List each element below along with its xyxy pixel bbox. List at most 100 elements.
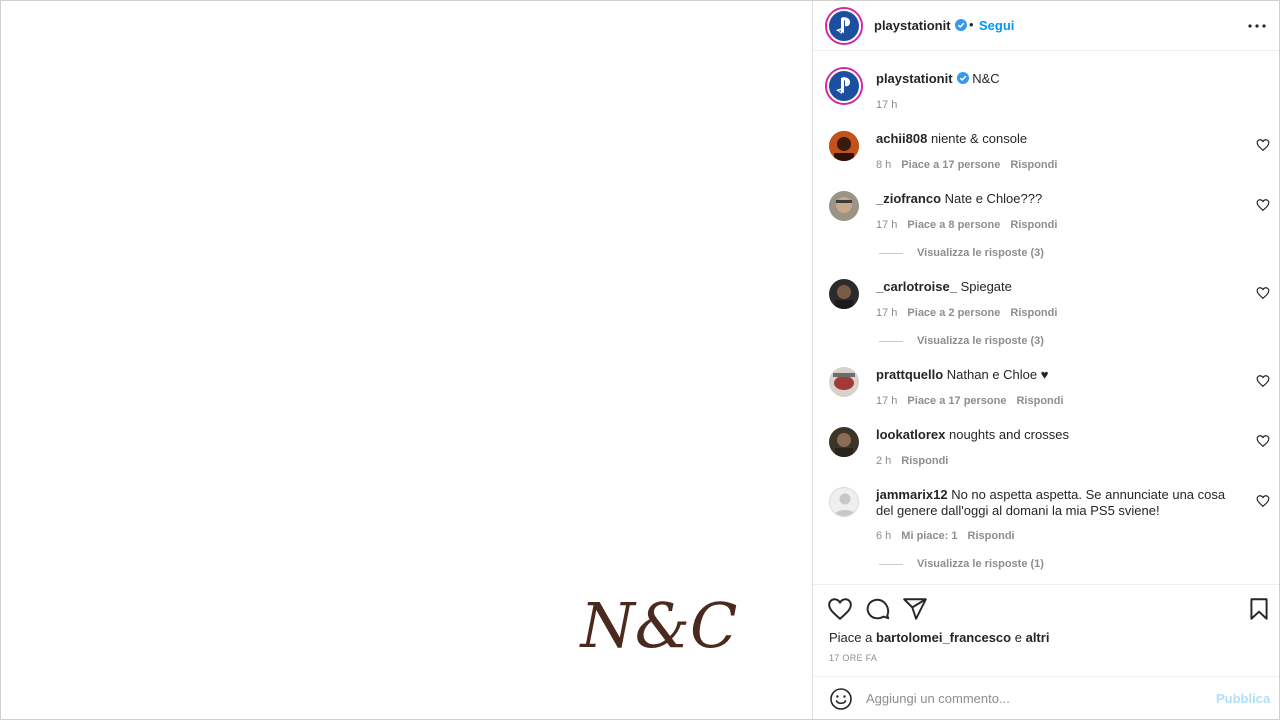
nc-monogram-logo: N&C <box>579 589 738 662</box>
comment-text: niente & console <box>930 131 1028 146</box>
caption-time[interactable]: 17 h <box>876 99 897 111</box>
likes-suffix: e <box>1014 630 1022 645</box>
publish-button[interactable]: Pubblica <box>1216 691 1270 706</box>
post-date[interactable]: 17 ORE FA <box>829 653 877 663</box>
comment-avatar[interactable] <box>829 131 859 161</box>
more-options-icon[interactable] <box>1245 15 1269 37</box>
replies-divider <box>879 340 903 342</box>
comment-text: Nathan e Chloe ♥ <box>946 367 1049 382</box>
comment-likes[interactable]: Mi piace: 1 <box>901 530 957 542</box>
comment-likes[interactable]: Piace a 17 persone <box>907 395 1006 407</box>
comment-input[interactable] <box>866 685 1196 711</box>
header-username[interactable]: playstationit <box>874 18 967 33</box>
comment-meta: 17 h Piace a 17 persone Rispondi <box>876 395 1074 407</box>
playstation-logo-icon <box>836 77 850 94</box>
view-replies-label[interactable]: Visualizza le risposte (3) <box>917 335 1044 347</box>
comment-meta: 17 h Piace a 8 persone Rispondi <box>876 219 1067 231</box>
comment-avatar[interactable] <box>829 427 859 457</box>
verified-badge-icon <box>954 19 967 31</box>
comment-meta: 6 h Mi piace: 1 Rispondi <box>876 530 1025 542</box>
comment-avatar[interactable] <box>829 367 859 397</box>
header-username-text[interactable]: playstationit <box>874 18 951 33</box>
comment-avatar[interactable] <box>829 191 859 221</box>
comment-row: prattquello Nathan e Chloe ♥ 17 h Piace a… <box>813 366 1279 416</box>
comment-time[interactable]: 6 h <box>876 530 891 542</box>
reply-button[interactable]: Rispondi <box>1010 219 1057 231</box>
caption-avatar[interactable] <box>825 67 863 105</box>
like-comment-heart-icon[interactable] <box>1256 494 1270 508</box>
view-replies-label[interactable]: Visualizza le risposte (3) <box>917 247 1044 259</box>
comment-text: Nate e Chloe??? <box>944 191 1043 206</box>
comment-time[interactable]: 17 h <box>876 219 897 231</box>
comment-time[interactable]: 17 h <box>876 395 897 407</box>
liked-by-user-link[interactable]: bartolomei_francesco <box>876 630 1011 645</box>
reply-button[interactable]: Rispondi <box>1010 159 1057 171</box>
comment-username[interactable]: lookatlorex <box>876 427 945 442</box>
separator-dot: • <box>969 17 974 32</box>
emoji-picker-icon[interactable] <box>829 687 853 711</box>
reply-button[interactable]: Rispondi <box>968 530 1015 542</box>
comment-text-line: lookatlorex noughts and crosses <box>876 427 1246 443</box>
comment-likes[interactable]: Piace a 8 persone <box>907 219 1000 231</box>
reply-button[interactable]: Rispondi <box>1016 395 1063 407</box>
post-image[interactable]: N&C <box>1 1 813 719</box>
comment-row: jammarix12 No no aspetta aspetta. Se ann… <box>813 486 1279 582</box>
like-comment-heart-icon[interactable] <box>1256 198 1270 212</box>
post-panel: playstationit • Segui playstationit N&C <box>813 1 1279 719</box>
like-comment-heart-icon[interactable] <box>1256 434 1270 448</box>
post-actions: Piace a bartolomei_francesco e altri 17 … <box>813 584 1279 676</box>
comment-username[interactable]: _ziofranco <box>876 191 941 206</box>
comment-meta: 2 h Rispondi <box>876 455 958 467</box>
like-comment-heart-icon[interactable] <box>1256 286 1270 300</box>
follow-button[interactable]: Segui <box>979 18 1014 33</box>
caption: playstationit N&C 17 h <box>813 52 1279 122</box>
reply-button[interactable]: Rispondi <box>1010 307 1057 319</box>
comment-row: _carlotroise_ Spiegate 17 h Piace a 2 per… <box>813 278 1279 358</box>
comment-username[interactable]: achii808 <box>876 131 927 146</box>
avatar[interactable] <box>825 7 863 45</box>
comment-row: _ziofranco Nate e Chloe??? 17 h Piace a 8… <box>813 190 1279 270</box>
replies-divider <box>879 252 903 254</box>
view-replies-button[interactable]: Visualizza le risposte (1) <box>879 558 1044 570</box>
like-heart-icon[interactable] <box>827 596 853 622</box>
bookmark-save-icon[interactable] <box>1246 596 1272 622</box>
comment-avatar[interactable] <box>829 279 859 309</box>
comment-likes[interactable]: Piace a 17 persone <box>901 159 1000 171</box>
playstation-logo-icon <box>836 17 850 34</box>
comment-avatar[interactable] <box>829 487 859 517</box>
comment-meta: 8 h Piace a 17 persone Rispondi <box>876 159 1067 171</box>
comments-list[interactable]: playstationit N&C 17 h achii808 niente &… <box>813 52 1279 584</box>
share-send-icon[interactable] <box>902 596 928 622</box>
view-replies-button[interactable]: Visualizza le risposte (3) <box>879 247 1044 259</box>
comment-likes[interactable]: Piace a 2 persone <box>907 307 1000 319</box>
comment-time[interactable]: 2 h <box>876 455 891 467</box>
verified-badge-icon <box>956 72 969 84</box>
comment-bubble-icon[interactable] <box>865 596 891 622</box>
likes-prefix: Piace a <box>829 630 873 645</box>
comment-time[interactable]: 17 h <box>876 307 897 319</box>
comment-text-line: _carlotroise_ Spiegate <box>876 279 1246 295</box>
comment-username[interactable]: jammarix12 <box>876 487 948 502</box>
post-header: playstationit • Segui <box>813 1 1279 51</box>
caption-text: N&C <box>972 71 1000 86</box>
comment-text-line: prattquello Nathan e Chloe ♥ <box>876 367 1246 383</box>
like-comment-heart-icon[interactable] <box>1256 374 1270 388</box>
comment-text: noughts and crosses <box>948 427 1069 442</box>
comment-row: lookatlorex noughts and crosses 2 h Rispo… <box>813 426 1279 476</box>
comment-username[interactable]: _carlotroise_ <box>876 279 957 294</box>
reply-button[interactable]: Rispondi <box>901 455 948 467</box>
likes-summary: Piace a bartolomei_francesco e altri <box>829 630 1049 645</box>
caption-username[interactable]: playstationit <box>876 71 953 86</box>
comment-meta: 17 h Piace a 2 persone Rispondi <box>876 307 1067 319</box>
like-comment-heart-icon[interactable] <box>1256 138 1270 152</box>
svg-text:N&C: N&C <box>579 589 738 662</box>
caption-text-line: playstationit N&C <box>876 71 1246 87</box>
caption-meta: 17 h <box>876 99 907 111</box>
comment-username[interactable]: prattquello <box>876 367 943 382</box>
comment-text: Spiegate <box>960 279 1012 294</box>
comment-time[interactable]: 8 h <box>876 159 891 171</box>
view-replies-button[interactable]: Visualizza le risposte (3) <box>879 335 1044 347</box>
comment-text-line: achii808 niente & console <box>876 131 1246 147</box>
view-replies-label[interactable]: Visualizza le risposte (1) <box>917 558 1044 570</box>
likes-others-link[interactable]: altri <box>1026 630 1050 645</box>
